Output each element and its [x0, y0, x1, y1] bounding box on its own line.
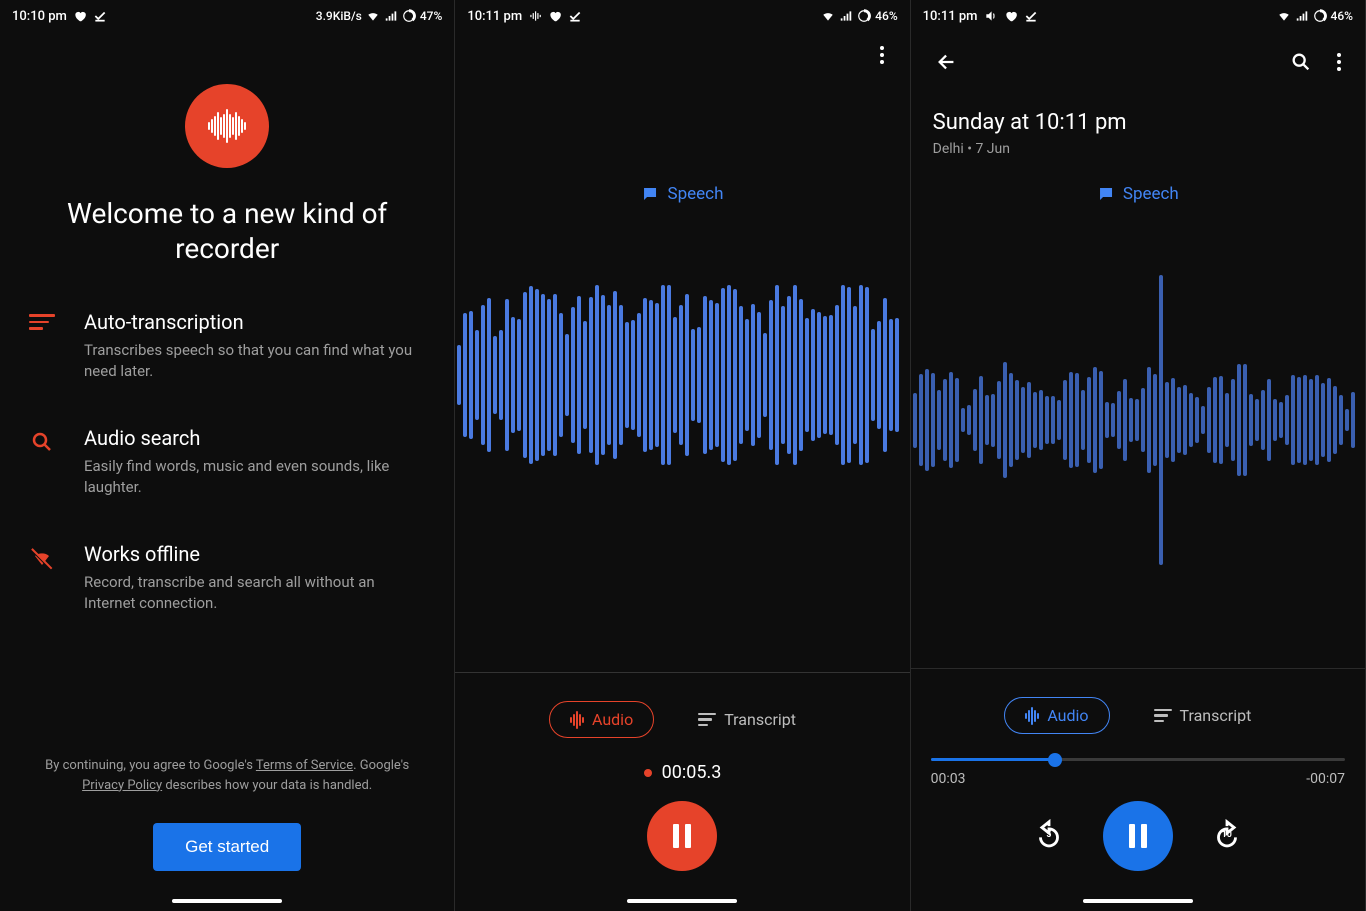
recording-title: Sunday at 10:11 pm [933, 110, 1343, 135]
status-time: 10:10 pm [12, 9, 67, 24]
battery-circle-icon [857, 9, 871, 23]
recording-time: 00:05.3 [455, 762, 909, 783]
signal-icon [384, 9, 398, 23]
search-button[interactable] [1281, 42, 1321, 82]
speech-bubble-icon [1097, 185, 1115, 203]
audio-wave-icon [570, 711, 584, 729]
recording-subtitle: Delhi • 7 Jun [933, 141, 1343, 157]
volume-icon [984, 9, 998, 23]
speech-bubble-icon [642, 185, 660, 203]
playback-waveform[interactable] [911, 250, 1365, 590]
battery-circle-icon [402, 9, 416, 23]
status-time: 10:11 pm [467, 9, 522, 24]
tab-transcript[interactable]: Transcript [1134, 697, 1272, 734]
legal-text: By continuing, you agree to Google's Ter… [26, 756, 428, 795]
feature-body: Transcribes speech so that you can find … [84, 340, 424, 382]
playback-screen: 10:11 pm 46% Sunday at 10:11 pm Delhi • … [911, 0, 1366, 911]
feature-heading: Works offline [84, 542, 424, 566]
rec-indicator-icon [528, 9, 542, 23]
welcome-title: Welcome to a new kind of recorder [30, 196, 424, 266]
wifi-icon [821, 9, 835, 23]
search-icon [1290, 51, 1312, 73]
tab-audio[interactable]: Audio [549, 701, 654, 738]
recording-waveform [455, 260, 909, 490]
offline-icon [30, 542, 54, 614]
transcript-icon [1154, 709, 1172, 723]
get-started-button[interactable]: Get started [153, 823, 301, 871]
status-net: 3.9KiB/s [316, 9, 362, 23]
remaining-time: -00:07 [1306, 771, 1345, 787]
elapsed-time: 00:03 [931, 771, 966, 787]
pause-icon [1129, 824, 1147, 848]
heart-icon [73, 9, 87, 23]
status-time: 10:11 pm [923, 9, 978, 24]
tos-link[interactable]: Terms of Service [256, 758, 353, 773]
speech-label: Speech [642, 184, 724, 204]
feature-heading: Audio search [84, 426, 424, 450]
status-battery: 46% [1331, 9, 1353, 23]
welcome-screen: 10:10 pm 3.9KiB/s 47% Welcome to a new k… [0, 0, 455, 911]
heart-icon [1004, 9, 1018, 23]
recording-dot-icon [644, 769, 652, 777]
waveform-icon [208, 109, 246, 143]
nav-handle[interactable] [1083, 899, 1193, 903]
battery-circle-icon [1313, 9, 1327, 23]
check-icon [568, 9, 582, 23]
wifi-icon [366, 9, 380, 23]
feature-audio-search: Audio search Easily find words, music an… [30, 426, 424, 498]
transcription-icon [30, 310, 54, 382]
status-bar: 10:11 pm 46% [911, 0, 1365, 28]
pause-icon [673, 824, 691, 848]
arrow-left-icon [936, 51, 958, 73]
nav-handle[interactable] [627, 899, 737, 903]
speech-label: Speech [1097, 184, 1179, 204]
signal-icon [839, 9, 853, 23]
audio-wave-icon [1025, 707, 1039, 725]
feature-heading: Auto-transcription [84, 310, 424, 334]
back-button[interactable] [927, 42, 967, 82]
tab-audio[interactable]: Audio [1004, 697, 1109, 734]
seek-bar[interactable] [911, 758, 1365, 761]
tab-transcript[interactable]: Transcript [678, 701, 816, 738]
feature-body: Easily find words, music and even sounds… [84, 456, 424, 498]
pause-playback-button[interactable] [1103, 801, 1173, 871]
skip-back-button[interactable]: 5 [1029, 816, 1069, 856]
status-bar: 10:11 pm 46% [455, 0, 909, 28]
wifi-icon [1277, 9, 1291, 23]
overflow-menu-button[interactable] [1329, 43, 1349, 81]
status-bar: 10:10 pm 3.9KiB/s 47% [0, 0, 454, 28]
signal-icon [1295, 9, 1309, 23]
check-icon [93, 9, 107, 23]
search-icon [30, 426, 54, 498]
privacy-link[interactable]: Privacy Policy [82, 778, 162, 793]
playback-controls: Audio Transcript 00:03 -00:07 [911, 668, 1365, 911]
heart-icon [548, 9, 562, 23]
skip-forward-button[interactable]: 10 [1207, 816, 1247, 856]
pause-recording-button[interactable] [647, 801, 717, 871]
transcript-icon [698, 713, 716, 727]
recording-screen: 10:11 pm 46% Speech Audio [455, 0, 910, 911]
recording-controls: Audio Transcript 00:05.3 [455, 672, 909, 911]
feature-works-offline: Works offline Record, transcribe and sea… [30, 542, 424, 614]
status-battery: 46% [875, 9, 897, 23]
status-battery: 47% [420, 9, 442, 23]
app-logo-icon [185, 84, 269, 168]
check-icon [1024, 9, 1038, 23]
feature-auto-transcription: Auto-transcription Transcribes speech so… [30, 310, 424, 382]
overflow-menu-button[interactable] [870, 36, 894, 74]
nav-handle[interactable] [172, 899, 282, 903]
feature-body: Record, transcribe and search all withou… [84, 572, 424, 614]
